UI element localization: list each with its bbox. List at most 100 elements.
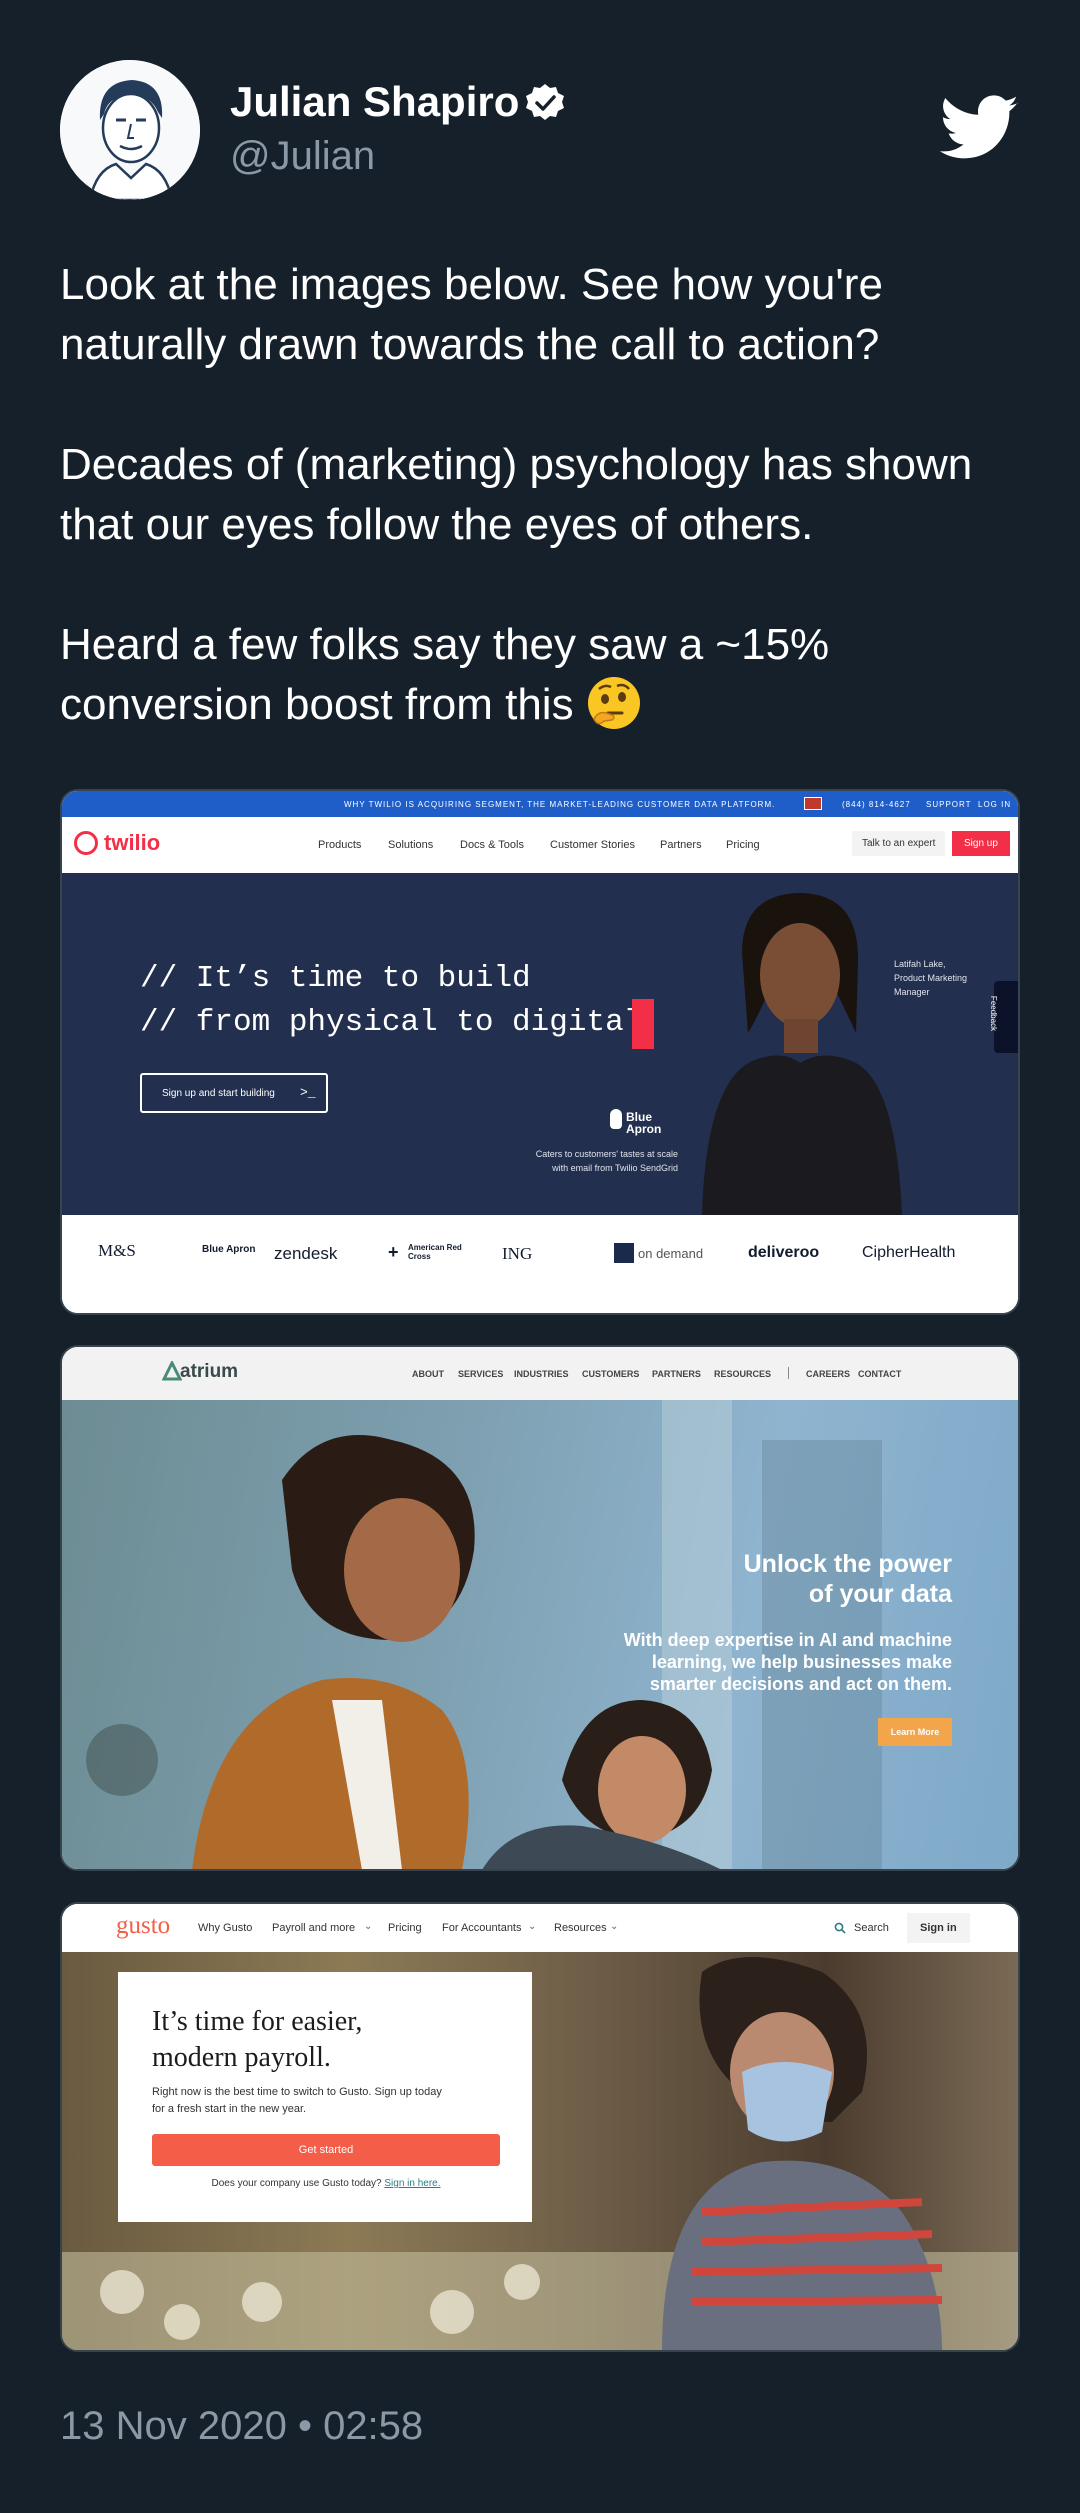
- twitter-bird-icon[interactable]: [939, 95, 1020, 161]
- atrium-screenshot-card[interactable]: atrium ABOUT SERVICES INDUSTRIES CUSTOME…: [60, 1345, 1020, 1871]
- twilio-customer-logos: M&S Blue Apron zendesk + American Red Cr…: [62, 1215, 1018, 1313]
- twilio-phone[interactable]: (844) 814-4627: [842, 800, 911, 809]
- logo-ing: ING: [502, 1244, 533, 1263]
- logo-ms: M&S: [98, 1241, 136, 1260]
- atrium-hero: Unlock the power of your data With deep …: [62, 1400, 1018, 1869]
- twilio-headline-1: // It’s time to build: [140, 961, 531, 996]
- twilio-feedback-label: Feedback: [989, 995, 999, 1032]
- logo-deliveroo: deliveroo: [748, 1244, 820, 1261]
- twilio-nav-solutions[interactable]: Solutions: [388, 839, 433, 851]
- gusto-signup-panel: It’s time for easier, modern payroll. Ri…: [118, 1972, 532, 2222]
- gusto-footer-text: Does your company use Gusto today?: [211, 2178, 382, 2189]
- gusto-nav-accountants[interactable]: For Accountants: [442, 1922, 522, 1934]
- twilio-feedback-tab[interactable]: Feedback: [989, 981, 1018, 1053]
- twilio-nav-partners[interactable]: Partners: [660, 839, 702, 851]
- atrium-sub-3: smarter decisions and act on them.: [649, 1674, 952, 1694]
- atrium-logo-icon: [162, 1361, 182, 1381]
- twilio-cta-button[interactable]: Sign up and start building >_: [140, 1073, 328, 1113]
- atrium-learn-more-button[interactable]: Learn More: [878, 1718, 952, 1746]
- atrium-nav-about[interactable]: ABOUT: [412, 1369, 444, 1379]
- twilio-talk-button[interactable]: Talk to an expert: [852, 831, 946, 856]
- blue-apron-logo-icon: [610, 1109, 622, 1129]
- twilio-nav-docs[interactable]: Docs & Tools: [460, 839, 524, 851]
- logo-blue-apron: Blue Apron: [202, 1244, 256, 1255]
- chevron-down-icon: ⌄: [528, 1921, 537, 1932]
- search-icon[interactable]: [834, 1922, 846, 1934]
- twilio-logo[interactable]: twilio: [104, 830, 160, 856]
- twilio-nav-products[interactable]: Products: [318, 839, 361, 851]
- atrium-nav-customers[interactable]: CUSTOMERS: [582, 1369, 639, 1379]
- red-cross-icon: +: [388, 1242, 399, 1262]
- gusto-body-2: for a fresh start in the new year.: [152, 2103, 307, 2115]
- gusto-signin-link[interactable]: Sign in here.: [384, 2178, 440, 2189]
- logo-zendesk: zendesk: [274, 1244, 338, 1263]
- twilio-screenshot-card[interactable]: WHY TWILIO IS ACQUIRING SEGMENT, THE MAR…: [60, 789, 1020, 1315]
- gusto-get-started-button[interactable]: Get started: [152, 2134, 500, 2166]
- blue-apron-caption: Blue Apron: [626, 1110, 662, 1136]
- atrium-sub-1: With deep expertise in AI and machine: [623, 1630, 952, 1650]
- atrium-nav-careers[interactable]: CAREERS: [806, 1369, 850, 1379]
- tweet-paragraph: Decades of (marketing) psychology has sh…: [60, 440, 973, 549]
- atrium-nav: atrium ABOUT SERVICES INDUSTRIES CUSTOME…: [62, 1347, 1018, 1400]
- twilio-person-role: Manager: [894, 987, 930, 997]
- tweet-paragraph: Look at the images below. See how you're…: [60, 260, 883, 369]
- gusto-footer: Does your company use Gusto today? Sign …: [152, 2178, 500, 2189]
- terminal-prompt-icon: >_: [300, 1085, 316, 1100]
- twilio-headline-2: // from physical to digital: [140, 1005, 643, 1040]
- chevron-down-icon: ⌄: [610, 1921, 619, 1932]
- tweet-timestamp[interactable]: 13 Nov 2020 • 02:58: [60, 2404, 423, 2449]
- twilio-hero: // It’s time to build // from physical t…: [62, 873, 1018, 1215]
- author-name[interactable]: Julian Shapiro: [230, 78, 519, 126]
- gusto-nav-pricing[interactable]: Pricing: [388, 1922, 422, 1934]
- gusto-nav-resources[interactable]: Resources: [554, 1922, 607, 1934]
- twilio-signup-button[interactable]: Sign up: [952, 831, 1010, 856]
- twilio-announcement[interactable]: WHY TWILIO IS ACQUIRING SEGMENT, THE MAR…: [344, 800, 775, 809]
- author-handle[interactable]: @Julian: [230, 134, 375, 179]
- atrium-headline-1: Unlock the power: [743, 1550, 952, 1578]
- gusto-headline-2: modern payroll.: [152, 2042, 331, 2073]
- atrium-nav-contact[interactable]: CONTACT: [858, 1369, 901, 1379]
- logo-cipherhealth: CipherHealth: [862, 1244, 956, 1261]
- twilio-nav-customer-stories[interactable]: Customer Stories: [550, 839, 635, 851]
- us-flag-icon: [804, 797, 822, 810]
- twilio-nav: twilio Products Solutions Docs & Tools C…: [62, 817, 1018, 873]
- gusto-signin-button[interactable]: Sign in: [907, 1913, 970, 1943]
- twilio-nav-pricing[interactable]: Pricing: [726, 839, 760, 851]
- gusto-body-1: Right now is the best time to switch to …: [152, 2086, 442, 2098]
- dr-logo-icon: [614, 1243, 634, 1263]
- twilio-caption-2: with email from Twilio SendGrid: [552, 1163, 678, 1173]
- atrium-nav-industries[interactable]: INDUSTRIES: [514, 1369, 569, 1379]
- tweet-text: Look at the images below. See how you're…: [60, 255, 1020, 735]
- gusto-nav-why[interactable]: Why Gusto: [198, 1922, 252, 1934]
- twilio-login-link[interactable]: LOG IN: [978, 800, 1011, 809]
- atrium-nav-resources[interactable]: RESOURCES: [714, 1369, 771, 1379]
- twilio-hero-person-photo: [702, 893, 902, 1215]
- atrium-nav-services[interactable]: SERVICES: [458, 1369, 503, 1379]
- twilio-announcement-bar: WHY TWILIO IS ACQUIRING SEGMENT, THE MAR…: [62, 791, 1018, 817]
- twilio-person-name: Latifah Lake,: [894, 959, 946, 969]
- gusto-logo[interactable]: gusto: [116, 1912, 170, 1940]
- gusto-search-link[interactable]: Search: [854, 1922, 889, 1934]
- twilio-person-title: Product Marketing: [894, 973, 968, 983]
- atrium-sub-2: learning, we help businesses make: [651, 1652, 952, 1672]
- logo-red-cross: American Red Cross: [408, 1243, 462, 1261]
- chevron-down-icon: ⌄: [364, 1921, 373, 1932]
- atrium-learn-more-label: Learn More: [890, 1727, 940, 1737]
- twilio-cta-label: Sign up and start building: [162, 1088, 275, 1099]
- author-avatar[interactable]: [60, 60, 200, 200]
- gusto-screenshot-card[interactable]: gusto Why Gusto Payroll and more ⌄ Prici…: [60, 1902, 1020, 2352]
- twilio-logo-icon: [74, 831, 98, 855]
- twilio-person-caption: Latifah Lake, Product Marketing Manager: [894, 957, 967, 999]
- gusto-nav-payroll[interactable]: Payroll and more: [272, 1922, 355, 1934]
- gusto-headline-1: It’s time for easier,: [152, 2006, 363, 2037]
- twilio-support-link[interactable]: SUPPORT: [926, 800, 972, 809]
- gusto-get-started-label: Get started: [298, 2144, 354, 2156]
- atrium-nav-divider: [788, 1367, 789, 1379]
- atrium-nav-partners[interactable]: PARTNERS: [652, 1369, 701, 1379]
- gusto-nav: gusto Why Gusto Payroll and more ⌄ Prici…: [62, 1904, 1018, 1952]
- atrium-logo[interactable]: atrium: [180, 1361, 238, 1383]
- gusto-hero: It’s time for easier, modern payroll. Ri…: [62, 1952, 1018, 2350]
- thinking-face-emoji-icon: [586, 675, 642, 731]
- twilio-cursor-block: [632, 999, 654, 1049]
- logo-on-demand: on demand: [638, 1246, 704, 1261]
